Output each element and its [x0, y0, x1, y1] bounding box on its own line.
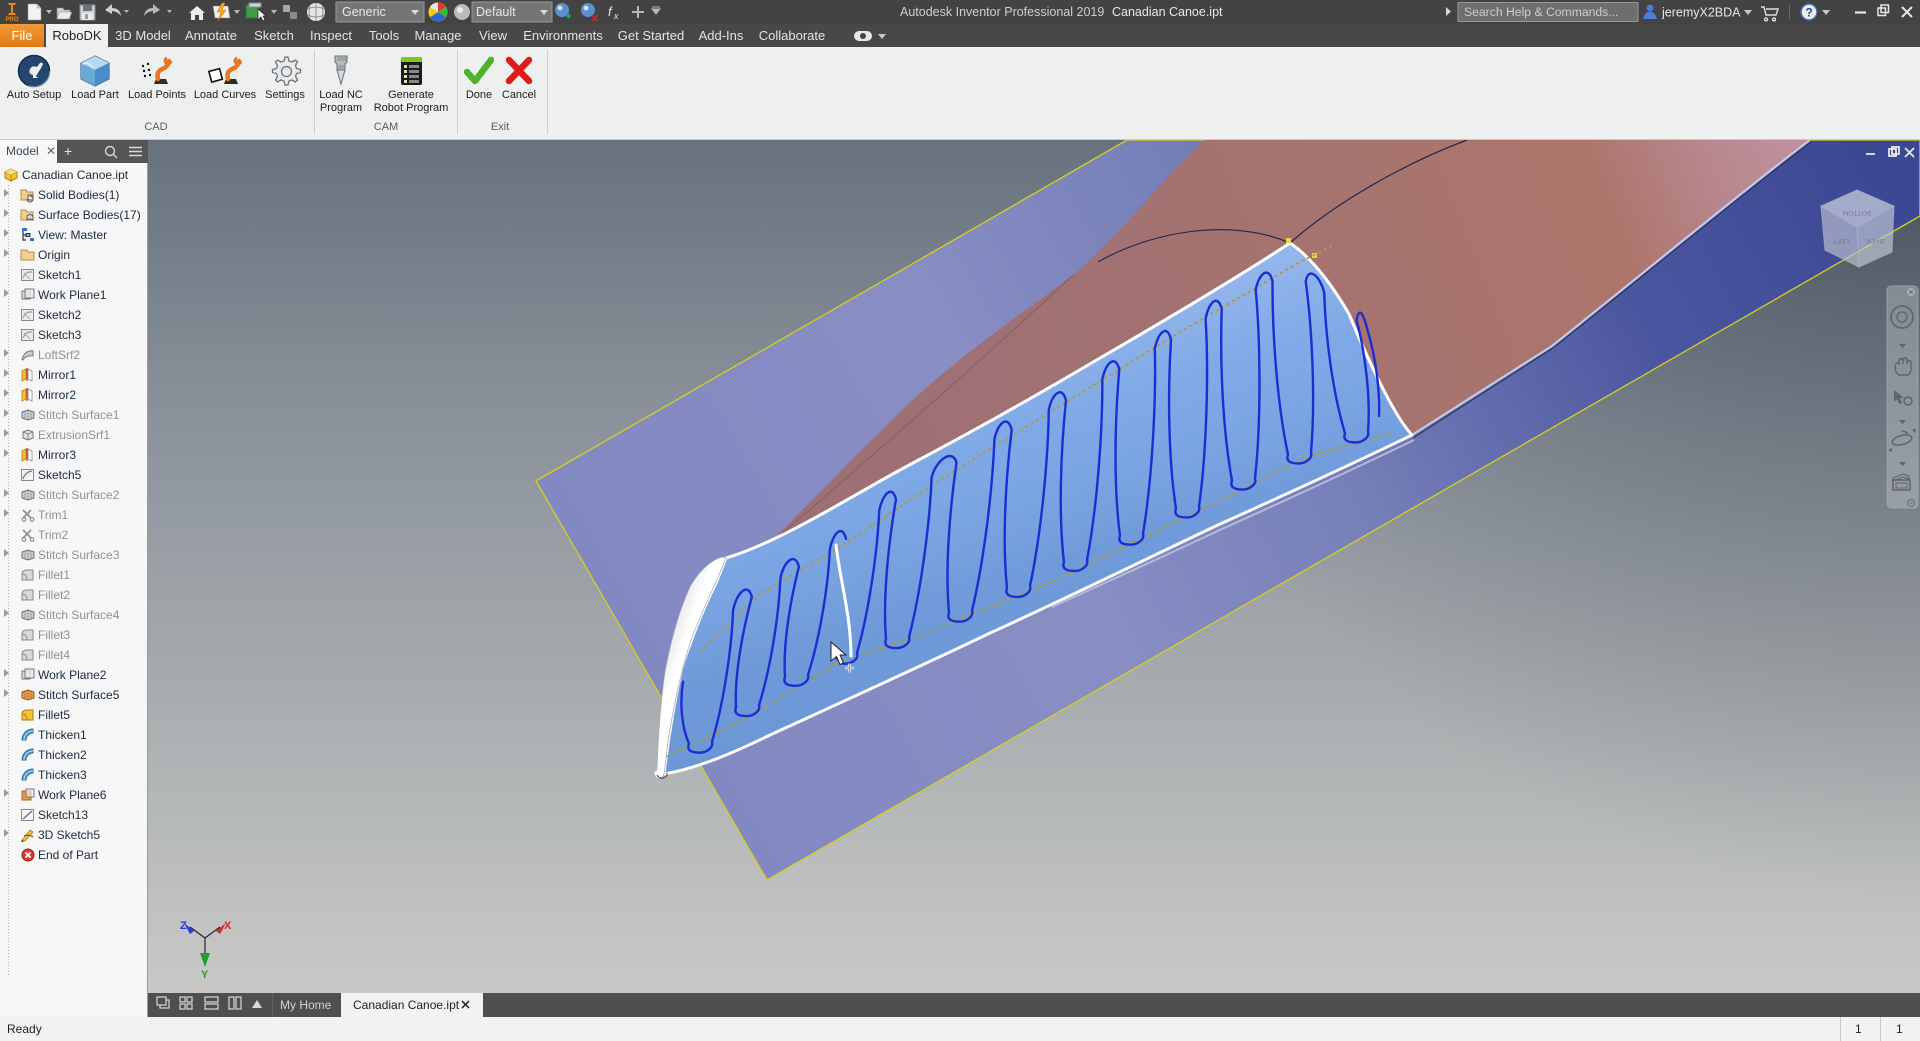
svg-text:Default: Default [476, 5, 516, 19]
svg-text:x: x [613, 11, 619, 21]
svg-text:Generic: Generic [342, 5, 386, 19]
svg-text:BACK: BACK [1865, 237, 1883, 244]
svg-text:Y: Y [201, 969, 209, 981]
svg-text:Autodesk Inventor Professional: Autodesk Inventor Professional 2019 [900, 5, 1104, 19]
svg-text:f: f [608, 4, 613, 19]
svg-text:Z: Z [180, 920, 187, 932]
svg-text:Search Help & Commands...: Search Help & Commands... [1464, 5, 1618, 19]
svg-text:jeremyX2BDA: jeremyX2BDA [1661, 6, 1741, 20]
svg-text:BOTTOM: BOTTOM [1842, 209, 1871, 216]
svg-text:PRO: PRO [5, 17, 18, 23]
svg-text:Canadian Canoe.ipt: Canadian Canoe.ipt [353, 998, 460, 1012]
svg-text:LEFT: LEFT [1833, 237, 1849, 244]
svg-text:X: X [224, 920, 232, 932]
svg-text:Canadian Canoe.ipt: Canadian Canoe.ipt [1112, 5, 1223, 19]
svg-text:?: ? [1805, 6, 1812, 20]
svg-text:+: + [64, 143, 72, 159]
svg-text:My Home: My Home [280, 998, 332, 1012]
